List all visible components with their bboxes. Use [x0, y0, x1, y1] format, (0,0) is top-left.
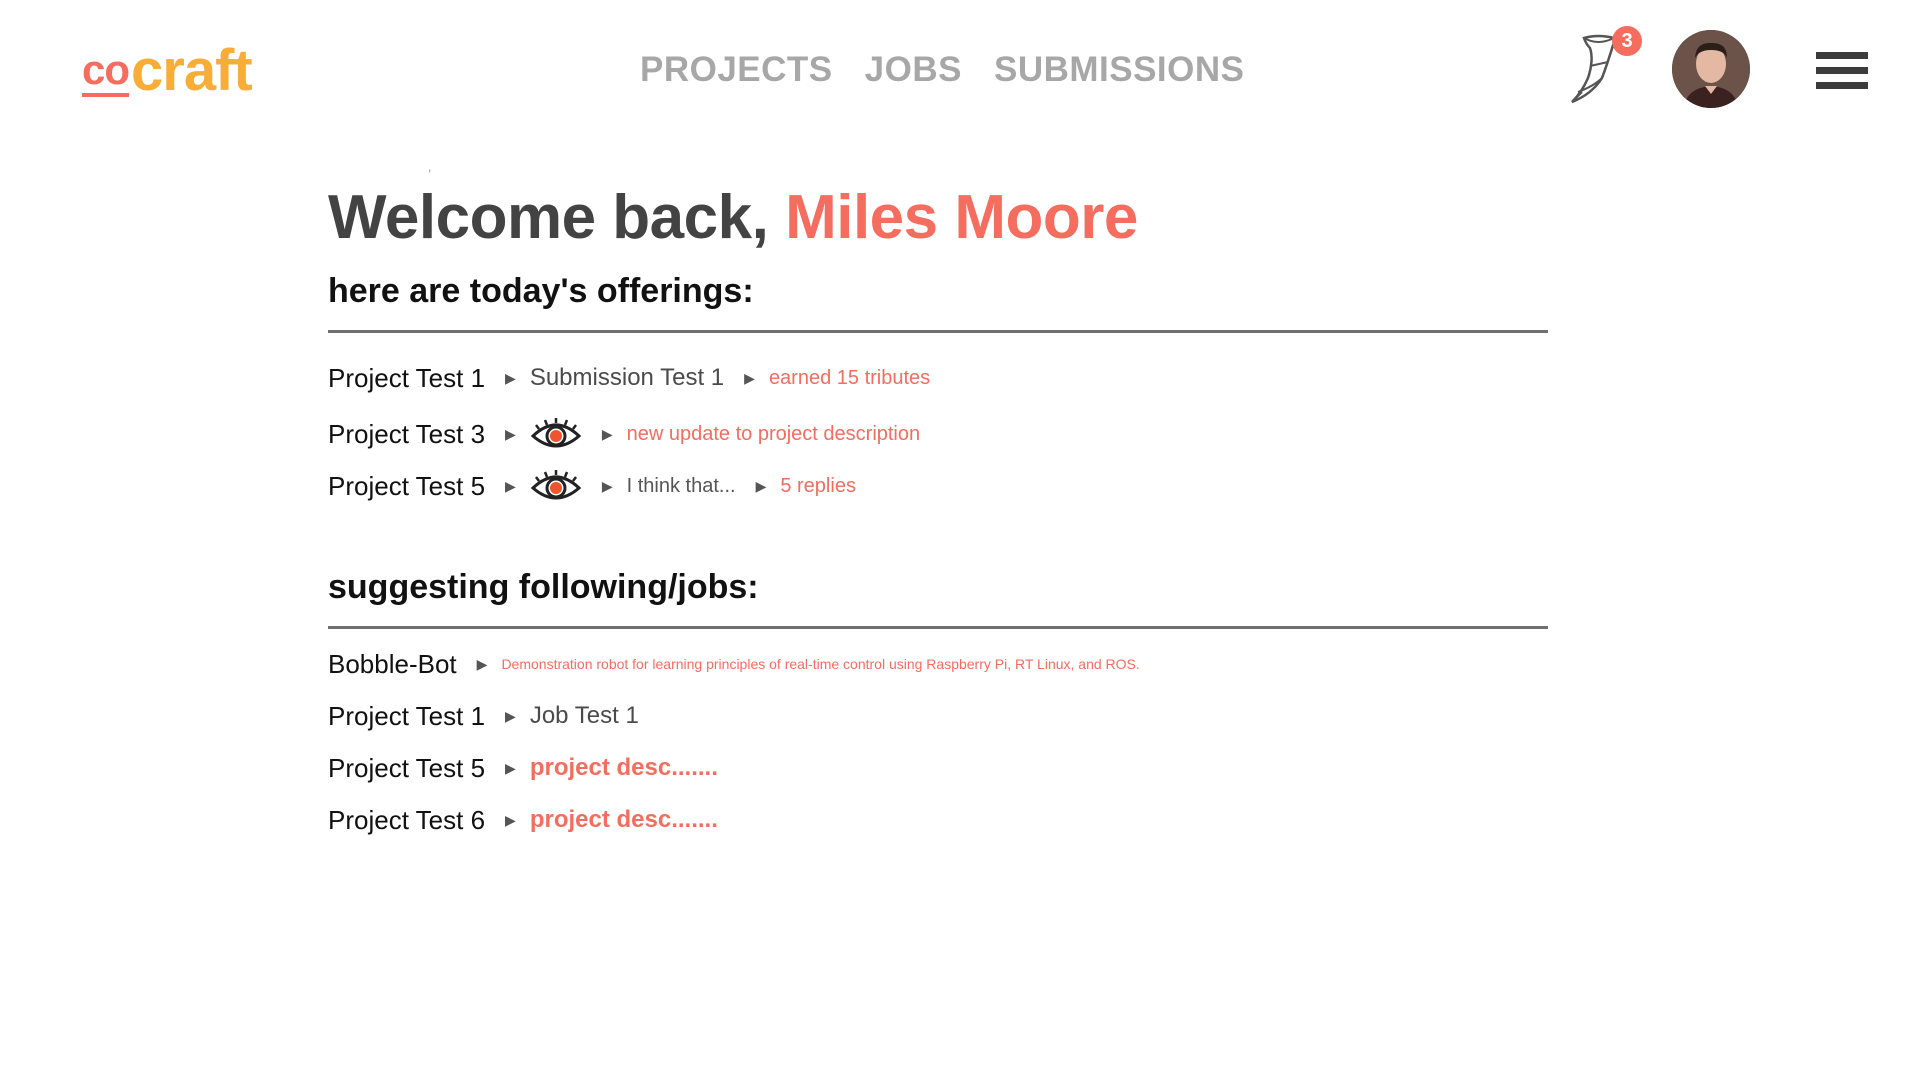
project-link[interactable]: Project Test 5	[328, 471, 485, 502]
suggestions-divider	[328, 626, 1548, 629]
menu-line	[1816, 67, 1868, 74]
project-link[interactable]: Bobble-Bot	[328, 649, 457, 680]
arrow-icon: ▶	[505, 425, 516, 442]
hamburger-menu-icon[interactable]	[1816, 52, 1868, 90]
tribute-note[interactable]: earned 15 tributes	[769, 367, 930, 390]
arrow-icon: ▶	[755, 477, 767, 494]
logo-craft: craft	[131, 38, 253, 103]
avatar-photo	[1672, 30, 1750, 108]
notification-badge: 3	[1612, 26, 1642, 56]
arrow-icon: ▶	[505, 811, 516, 828]
arrow-icon: ▶	[505, 477, 516, 494]
suggestion-row: Project Test 5 ▶ project desc.......	[328, 748, 718, 788]
offering-row: Project Test 3 ▶ ▶ new update to project…	[328, 414, 920, 454]
project-link[interactable]: Project Test 6	[328, 805, 485, 836]
suggestions-heading: suggesting following/jobs:	[328, 568, 759, 606]
job-link[interactable]: Job Test 1	[530, 702, 639, 730]
update-note[interactable]: new update to project description	[627, 423, 921, 446]
project-link[interactable]: Project Test 5	[328, 753, 485, 784]
submission-link[interactable]: Submission Test 1	[530, 364, 724, 392]
comment-snippet[interactable]: I think that...	[627, 475, 736, 498]
suggestion-row: Bobble-Bot ▶ Demonstration robot for lea…	[328, 644, 1140, 684]
top-navigation-bar: cocraft PROJECTS JOBS SUBMISSIONS 3	[0, 0, 1920, 140]
user-avatar[interactable]	[1672, 30, 1750, 108]
cocraft-logo[interactable]: cocraft	[82, 36, 253, 111]
tribute-horn-button[interactable]: 3	[1568, 26, 1642, 106]
project-description[interactable]: Demonstration robot for learning princip…	[501, 656, 1139, 672]
welcome-heading: Welcome back, Miles Moore	[328, 182, 1138, 253]
welcome-greeting: Welcome back,	[328, 183, 769, 252]
arrow-icon: ▶	[476, 655, 488, 672]
nav-jobs[interactable]: JOBS	[865, 50, 962, 90]
suggestion-row: Project Test 6 ▶ project desc.......	[328, 800, 718, 840]
offering-row: Project Test 5 ▶ ▶ I think that... ▶ 5 r…	[328, 466, 856, 506]
user-name: Miles Moore	[785, 183, 1138, 252]
suggestion-row: Project Test 1 ▶ Job Test 1	[328, 696, 639, 736]
project-description[interactable]: project desc.......	[530, 754, 718, 782]
arrow-icon: ▶	[505, 759, 516, 776]
nav-submissions[interactable]: SUBMISSIONS	[994, 50, 1245, 90]
offerings-divider	[328, 330, 1548, 333]
arrow-icon: ▶	[505, 707, 516, 724]
arrow-icon: ▶	[601, 425, 613, 442]
menu-line	[1816, 52, 1868, 59]
arrow-icon: ▶	[744, 369, 755, 386]
eye-icon[interactable]	[530, 468, 582, 504]
replies-link[interactable]: 5 replies	[780, 475, 856, 498]
decorative-mark: ,	[428, 160, 432, 174]
eye-icon[interactable]	[530, 416, 582, 452]
menu-line	[1816, 82, 1868, 89]
offering-row: Project Test 1 ▶ Submission Test 1 ▶ ear…	[328, 358, 930, 398]
main-nav: PROJECTS JOBS SUBMISSIONS	[640, 50, 1245, 90]
nav-projects[interactable]: PROJECTS	[640, 50, 833, 90]
project-description[interactable]: project desc.......	[530, 806, 718, 834]
logo-co: co	[82, 46, 130, 93]
offerings-heading: here are today's offerings:	[328, 272, 754, 310]
project-link[interactable]: Project Test 1	[328, 363, 485, 394]
project-link[interactable]: Project Test 3	[328, 419, 485, 450]
project-link[interactable]: Project Test 1	[328, 701, 485, 732]
arrow-icon: ▶	[505, 369, 516, 386]
arrow-icon: ▶	[601, 477, 613, 494]
